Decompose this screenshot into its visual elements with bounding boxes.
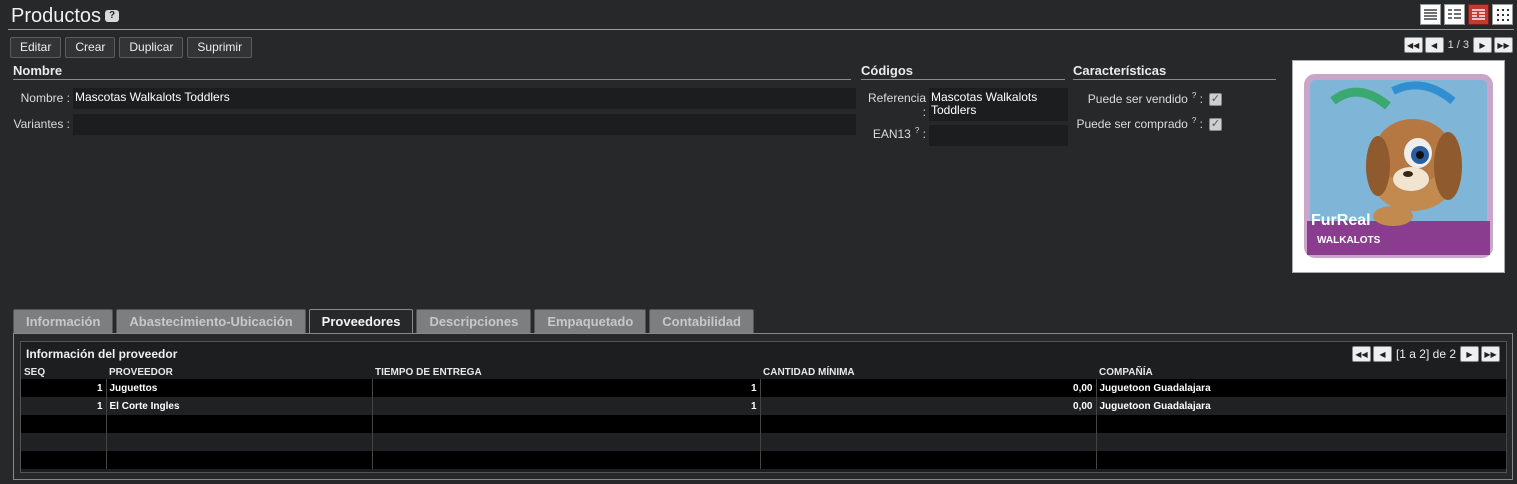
empty-row xyxy=(21,451,1507,469)
section-name-heading: Nombre xyxy=(13,63,851,80)
reference-field[interactable]: Mascotas Walkalots Toddlers xyxy=(929,88,1068,121)
form-icon xyxy=(1472,9,1485,20)
next-record-button[interactable]: ▶ xyxy=(1473,37,1492,53)
column-header-lead-time[interactable]: TIEMPO DE ENTREGA xyxy=(372,366,760,379)
column-header-seq[interactable]: SEQ xyxy=(21,366,106,379)
lead-time-cell: 1 xyxy=(372,397,761,415)
notebook-tabs: Información Abastecimiento-Ubicación Pro… xyxy=(13,309,754,334)
double-right-arrow-icon: ▶▶ xyxy=(1497,40,1510,50)
variants-field[interactable] xyxy=(73,114,856,135)
supplier-counter: [1 a 2] de 2 xyxy=(1395,347,1456,361)
min-qty-cell: 0,00 xyxy=(760,379,1097,397)
ean-help-icon[interactable]: ? xyxy=(915,126,919,135)
column-header-provider[interactable]: PROVEEDOR xyxy=(106,366,372,379)
supplier-previous-button[interactable]: ◀ xyxy=(1372,346,1392,362)
action-toolbar: Editar Crear Duplicar Suprimir xyxy=(10,37,253,58)
tree-view-button[interactable] xyxy=(1444,4,1465,25)
reference-label: Referencia : xyxy=(867,91,926,119)
provider-cell: Juguettos xyxy=(106,379,373,397)
seq-cell: 1 xyxy=(21,397,107,415)
can-buy-label: Puede ser comprado? : xyxy=(1076,116,1203,131)
variants-label: Variantes : xyxy=(13,117,70,131)
lead-time-cell: 1 xyxy=(372,379,761,397)
provider-cell: El Corte Ingles xyxy=(106,397,373,415)
right-arrow-icon: ▶ xyxy=(1479,40,1486,50)
min-qty-cell: 0,00 xyxy=(760,397,1097,415)
form-view-button[interactable] xyxy=(1468,4,1489,25)
grid-icon xyxy=(1496,8,1509,21)
double-left-arrow-icon: ◀◀ xyxy=(1355,349,1368,359)
delete-button[interactable]: Suprimir xyxy=(187,37,253,58)
name-field[interactable]: Mascotas Walkalots Toddlers xyxy=(73,88,856,109)
company-cell: Juguetoon Guadalajara xyxy=(1096,397,1507,415)
can-sell-label: Puede ser vendido? : xyxy=(1087,91,1203,106)
product-picture: FurReal WALKALOTS xyxy=(1304,74,1493,258)
left-arrow-icon: ◀ xyxy=(1431,40,1438,50)
detail-list-icon xyxy=(1448,9,1461,19)
tab-informacion[interactable]: Información xyxy=(13,309,114,333)
supplier-list: Información del proveedor ◀◀ ◀ [1 a 2] d… xyxy=(20,341,1507,473)
tab-empaquetado[interactable]: Empaquetado xyxy=(534,309,647,333)
left-arrow-icon: ◀ xyxy=(1379,349,1386,359)
supplier-first-button[interactable]: ◀◀ xyxy=(1351,346,1371,362)
edit-button[interactable]: Editar xyxy=(10,37,62,58)
company-cell: Juguetoon Guadalajara xyxy=(1096,379,1507,397)
supplier-list-title: Información del proveedor xyxy=(26,347,178,361)
ean-field[interactable] xyxy=(929,125,1068,146)
view-switcher xyxy=(1420,4,1513,25)
section-codes-heading: Códigos xyxy=(861,63,1065,80)
double-left-arrow-icon: ◀◀ xyxy=(1406,40,1420,50)
tab-abastecimiento[interactable]: Abastecimiento-Ubicación xyxy=(116,309,306,333)
empty-row xyxy=(21,415,1507,433)
table-row[interactable]: 1 El Corte Ingles 1 0,00 Juguetoon Guada… xyxy=(21,397,1507,415)
suppliers-panel: Información del proveedor ◀◀ ◀ [1 a 2] d… xyxy=(13,333,1513,480)
double-right-arrow-icon: ▶▶ xyxy=(1484,349,1497,359)
product-image[interactable]: FurReal WALKALOTS xyxy=(1292,60,1505,273)
column-header-company[interactable]: COMPAÑÍA xyxy=(1096,366,1507,379)
help-icon[interactable]: ? xyxy=(105,9,120,22)
tab-contabilidad[interactable]: Contabilidad xyxy=(649,309,754,333)
column-header-min-qty[interactable]: CANTIDAD MÍNIMA xyxy=(760,366,1096,379)
tab-proveedores[interactable]: Proveedores xyxy=(308,309,414,334)
supplier-table: SEQ PROVEEDOR TIEMPO DE ENTREGA CANTIDAD… xyxy=(21,366,1507,469)
last-record-button[interactable]: ▶▶ xyxy=(1494,37,1513,53)
supplier-last-button[interactable]: ▶▶ xyxy=(1481,346,1500,362)
can-buy-help-icon[interactable]: ? xyxy=(1192,116,1196,125)
record-pager: ◀◀ ◀ 1 / 3 ▶ ▶▶ xyxy=(1403,37,1513,53)
title-divider xyxy=(8,29,1514,30)
previous-record-button[interactable]: ◀ xyxy=(1424,37,1444,53)
ean-label: EAN13? : xyxy=(872,126,926,141)
supplier-pager: ◀◀ ◀ [1 a 2] de 2 ▶ ▶▶ xyxy=(1351,346,1500,362)
supplier-next-button[interactable]: ▶ xyxy=(1460,346,1479,362)
kanban-view-button[interactable] xyxy=(1492,4,1513,25)
page-title: Productos? xyxy=(11,5,120,28)
list-icon xyxy=(1424,9,1437,20)
empty-row xyxy=(21,433,1507,451)
reference-value-line2: Toddlers xyxy=(931,103,977,117)
can-buy-checkbox[interactable]: ✓ xyxy=(1209,118,1222,131)
create-button[interactable]: Crear xyxy=(65,37,116,58)
right-arrow-icon: ▶ xyxy=(1466,349,1473,359)
section-features-heading: Características xyxy=(1073,63,1276,80)
brand-sub-text: WALKALOTS xyxy=(1317,235,1381,246)
brand-logo-text: FurReal xyxy=(1311,212,1371,229)
record-counter: 1 / 3 xyxy=(1447,39,1469,51)
can-sell-help-icon[interactable]: ? xyxy=(1192,91,1196,100)
can-sell-checkbox[interactable]: ✓ xyxy=(1209,93,1222,106)
list-view-button[interactable] xyxy=(1420,4,1441,25)
table-row[interactable]: 1 Juguettos 1 0,00 Juguetoon Guadalajara xyxy=(21,379,1507,397)
first-record-button[interactable]: ◀◀ xyxy=(1403,37,1423,53)
name-label: Nombre : xyxy=(20,91,70,105)
seq-cell: 1 xyxy=(21,379,107,397)
duplicate-button[interactable]: Duplicar xyxy=(119,37,184,58)
tab-descripciones[interactable]: Descripciones xyxy=(416,309,532,333)
